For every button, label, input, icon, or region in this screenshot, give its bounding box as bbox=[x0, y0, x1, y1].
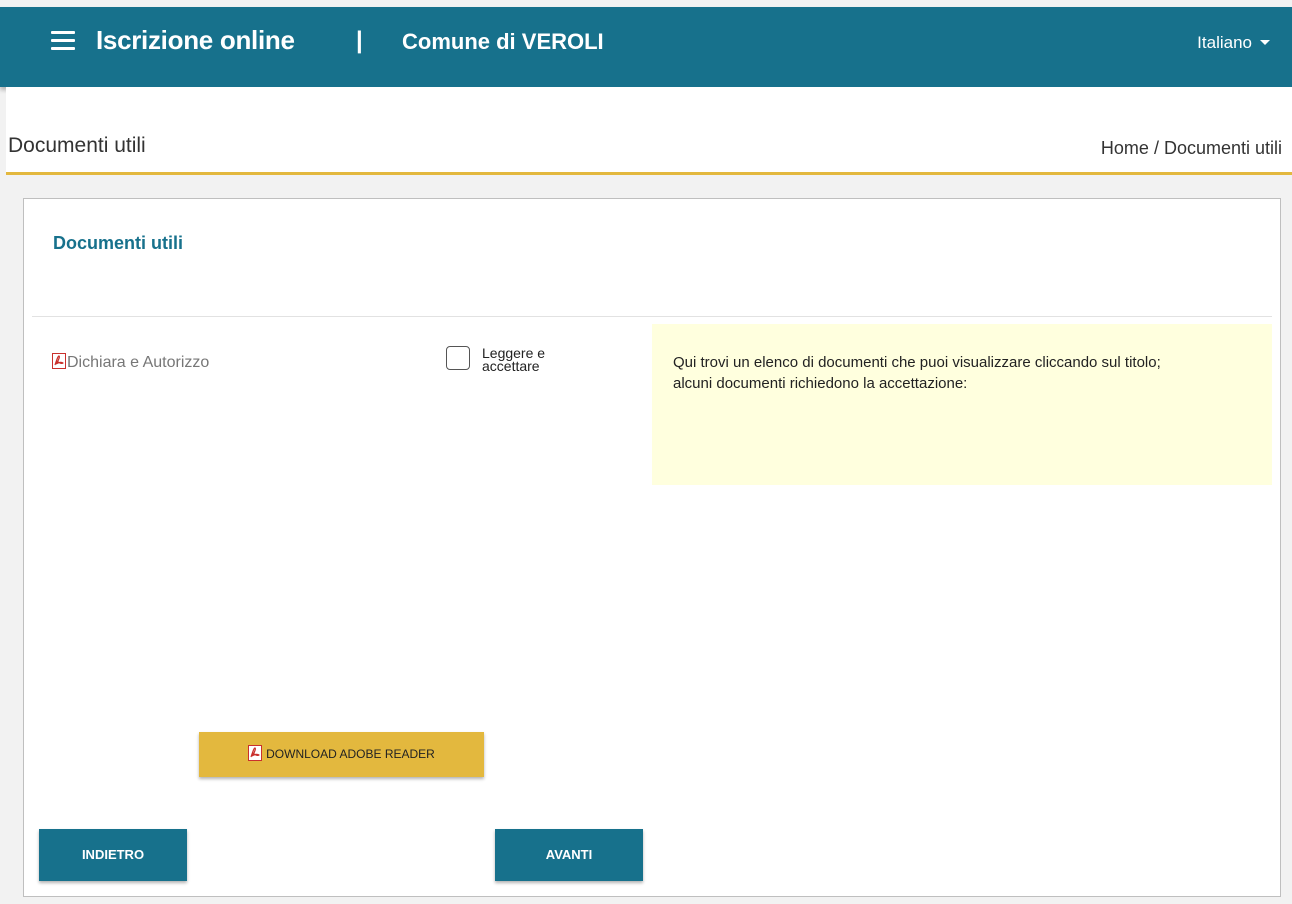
info-text: Qui trovi un elenco di documenti che puo… bbox=[673, 352, 1258, 394]
breadcrumb-separator: / bbox=[1148, 138, 1164, 158]
document-link-dichiara[interactable]: Dichiara e Autorizzo bbox=[52, 353, 209, 372]
pdf-icon bbox=[52, 353, 66, 369]
page-header: Documenti utili Home / Documenti utili bbox=[6, 87, 1292, 175]
pdf-icon bbox=[248, 745, 263, 761]
breadcrumb-current: Documenti utili bbox=[1163, 138, 1282, 158]
card-title: Documenti utili bbox=[53, 233, 183, 253]
page-title: Documenti utili bbox=[8, 134, 146, 157]
caret-down-icon bbox=[1260, 40, 1270, 45]
adobe-button-label: DOWNLOAD ADOBE READER bbox=[266, 747, 435, 761]
info-box: Qui trovi un elenco di documenti che puo… bbox=[652, 324, 1272, 485]
hamburger-menu-icon[interactable] bbox=[51, 31, 75, 51]
top-strip bbox=[0, 0, 1292, 7]
app-header: Iscrizione online | Comune di VEROLI Ita… bbox=[0, 7, 1292, 87]
back-button[interactable]: INDIETRO bbox=[39, 829, 187, 881]
info-line-2: alcuni documenti richiedono la accettazi… bbox=[673, 375, 968, 392]
accept-checkbox[interactable] bbox=[446, 346, 470, 370]
comune-name: Comune di VEROLI bbox=[402, 29, 604, 54]
documents-card: Documenti utili Dichiara e Autorizzo Leg… bbox=[23, 198, 1281, 897]
language-label: Italiano bbox=[1197, 33, 1252, 52]
info-line-1: Qui trovi un elenco di documenti che puo… bbox=[673, 354, 1161, 371]
document-label: Dichiara e Autorizzo bbox=[67, 354, 210, 371]
language-selector[interactable]: Italiano bbox=[1197, 33, 1270, 53]
card-divider bbox=[32, 316, 1272, 317]
breadcrumb: Home / Documenti utili bbox=[1101, 138, 1282, 159]
next-button[interactable]: AVANTI bbox=[495, 829, 643, 881]
title-separator: | bbox=[356, 27, 363, 54]
download-adobe-reader-button[interactable]: DOWNLOAD ADOBE READER bbox=[199, 732, 484, 777]
breadcrumb-home-link[interactable]: Home bbox=[1101, 138, 1149, 158]
accept-label: Leggere e accettare bbox=[482, 345, 546, 374]
app-title: Iscrizione online bbox=[96, 25, 295, 55]
